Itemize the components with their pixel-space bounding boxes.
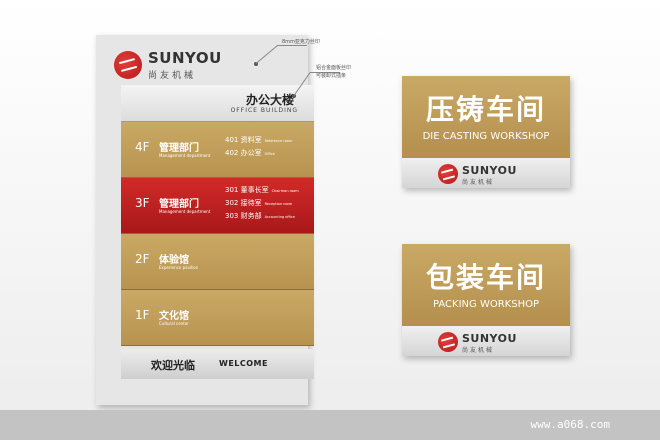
- sign-title-cn: 包装车间: [425, 261, 546, 294]
- brand-logo-icon: [438, 332, 458, 352]
- brand-name-cn: 尚友机械: [462, 179, 495, 186]
- sign-face: 包装车间 PACKING WORKSHOP: [402, 244, 570, 326]
- callout-text-acrylic: 8mm亚克力丝印: [282, 39, 320, 45]
- floor-directory-panel: 办公大楼 OFFICE BUILDING 4F 管理部门 Management …: [121, 85, 314, 385]
- room-name-en: Office: [264, 152, 275, 156]
- office-building-header: 办公大楼 OFFICE BUILDING: [121, 85, 314, 122]
- sign-title-cn: 压铸车间: [425, 93, 546, 126]
- room-number: 303: [225, 212, 239, 220]
- floor-subtitle: Experience pavilion: [159, 265, 199, 270]
- floor-name: 体验馆: [159, 255, 189, 266]
- workshop-sign-packing: 包装车间 PACKING WORKSHOP SUNYOU 尚友机械: [402, 244, 570, 356]
- room-entry: 401 资料室 Reference room: [225, 134, 292, 147]
- room-entry: 303 财务部 Accounting office: [225, 210, 299, 223]
- callout-text-panel-line2: 可装卸式插条: [316, 73, 347, 79]
- room-entry: 302 接待室 Reception room: [225, 197, 299, 210]
- brand-logo: SUNYOU 尚友机械: [438, 164, 548, 186]
- room-name: 资料室: [240, 136, 262, 144]
- room-list: 401 资料室 Reference room 402 办公室 Office: [225, 134, 292, 160]
- room-number: 302: [225, 199, 239, 207]
- floor-name: 管理部门: [159, 143, 199, 154]
- sign-face: 压铸车间 DIE CASTING WORKSHOP: [402, 76, 570, 158]
- workshop-sign-die-casting: 压铸车间 DIE CASTING WORKSHOP SUNYOU 尚友机械: [402, 76, 570, 188]
- room-entry: 402 办公室 Office: [225, 147, 292, 160]
- brand-logo: SUNYOU 尚友机械: [114, 49, 264, 89]
- room-name: 接待室: [240, 199, 262, 207]
- brand-name-en: SUNYOU: [462, 164, 517, 177]
- office-title-cn: 办公大楼: [245, 93, 294, 107]
- floor-number: 3F: [135, 196, 150, 210]
- floor-row-4f: 4F 管理部门 Management department 401 资料室 Ref…: [121, 122, 314, 178]
- room-name-en: Reference room: [264, 139, 293, 143]
- room-name: 财务部: [240, 212, 262, 220]
- brand-logo-icon: [114, 51, 142, 79]
- brand-name-en: SUNYOU: [462, 332, 517, 345]
- brand-logo-icon: [438, 164, 458, 184]
- office-title-en: OFFICE BUILDING: [230, 107, 298, 114]
- welcome-strip: 欢迎光临 WELCOME: [121, 349, 314, 379]
- floor-number: 4F: [135, 140, 150, 154]
- floor-subtitle: Cultural center: [159, 321, 189, 326]
- brand-logo: SUNYOU 尚友机械: [438, 332, 548, 354]
- welcome-text-en: WELCOME: [219, 359, 268, 368]
- watermark-text: www.a068.com: [530, 418, 610, 431]
- room-name-en: Reception room: [264, 202, 293, 206]
- floor-row-2f: 2F 体验馆 Experience pavilion: [121, 234, 314, 290]
- floor-name: 管理部门: [159, 199, 199, 210]
- room-number: 301: [225, 186, 239, 194]
- room-name: 董事长室: [240, 186, 269, 194]
- floor-subtitle: Management department: [159, 209, 211, 214]
- welcome-text-cn: 欢迎光临: [151, 359, 195, 372]
- floor-row-3f: 3F 管理部门 Management department 301 董事长室 Ch…: [121, 178, 314, 234]
- room-name-en: Chairman room: [271, 189, 299, 193]
- floor-name: 文化馆: [159, 311, 189, 322]
- directory-board: SUNYOU 尚友机械 办公大楼 OFFICE BUILDING 4F 管理部门…: [96, 35, 314, 405]
- room-name: 办公室: [240, 149, 262, 157]
- sign-title-en: PACKING WORKSHOP: [433, 299, 539, 310]
- room-entry: 301 董事长室 Chairman room: [225, 184, 299, 197]
- sign-title-en: DIE CASTING WORKSHOP: [422, 131, 550, 142]
- brand-name-cn: 尚友机械: [148, 71, 197, 81]
- sign-logo-strip: SUNYOU 尚友机械: [402, 158, 570, 188]
- room-number: 402: [225, 149, 239, 157]
- floor-number: 1F: [135, 308, 150, 322]
- callout-text-panel: 铝合金面板丝印 可装卸式插条: [316, 64, 351, 80]
- floor-subtitle: Management department: [159, 153, 211, 158]
- brand-name-cn: 尚友机械: [462, 347, 495, 354]
- brand-name-en: SUNYOU: [148, 49, 222, 67]
- footer-bar: www.a068.com: [0, 410, 660, 440]
- floor-row-1f: 1F 文化馆 Cultural center: [121, 290, 314, 346]
- sign-logo-strip: SUNYOU 尚友机械: [402, 326, 570, 356]
- room-number: 401: [225, 136, 239, 144]
- floor-number: 2F: [135, 252, 150, 266]
- room-list: 301 董事长室 Chairman room 302 接待室 Reception r…: [225, 184, 299, 223]
- room-name-en: Accounting office: [264, 215, 295, 219]
- callout-text-panel-line1: 铝合金面板丝印: [316, 65, 352, 71]
